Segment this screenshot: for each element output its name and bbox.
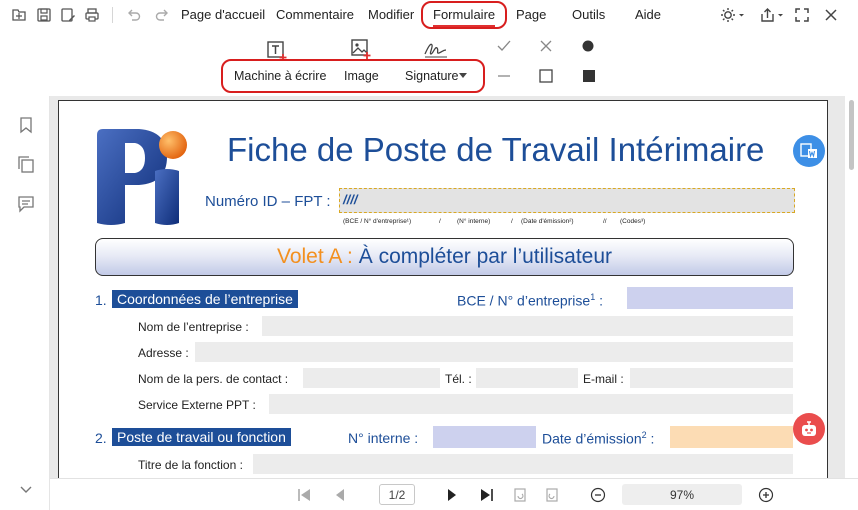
zoom-level[interactable]: 97% — [622, 484, 742, 505]
section-banner: Volet A : À compléter par l’utilisateur — [95, 238, 794, 276]
fullscreen-icon[interactable] — [793, 6, 811, 24]
filled-square-icon[interactable] — [581, 68, 597, 84]
print-icon[interactable] — [83, 6, 101, 24]
menu-tools[interactable]: Outils — [572, 7, 605, 22]
company-name-label: Nom de l’entreprise : — [138, 320, 249, 334]
menu-help[interactable]: Aide — [635, 7, 661, 22]
cross-mark-icon[interactable] — [538, 38, 554, 54]
bce-colon: : — [595, 292, 604, 309]
id-note-separator: / — [439, 218, 441, 225]
zoom-out-icon[interactable] — [590, 487, 606, 503]
save-as-icon[interactable] — [59, 6, 77, 24]
share-icon[interactable] — [760, 6, 786, 24]
document-page: Fiche de Poste de Travail Intérimaire Nu… — [58, 100, 828, 478]
bce-label-text: BCE / N° d’entreprise — [457, 292, 591, 309]
last-page-icon[interactable] — [479, 487, 495, 503]
emission-date-label: Date d’émission2 : — [542, 430, 654, 447]
ppt-field[interactable] — [269, 394, 793, 414]
expand-chevron-icon[interactable] — [17, 480, 35, 498]
menu-comment[interactable]: Commentaire — [276, 7, 354, 22]
menu-edit[interactable]: Modifier — [368, 7, 414, 22]
id-value: //// — [343, 192, 358, 207]
emission-colon: : — [646, 430, 655, 447]
convert-word-button[interactable] — [793, 135, 825, 167]
phone-label: Tél. : — [445, 372, 472, 386]
rotate-right-icon[interactable] — [544, 487, 560, 503]
bce-label: BCE / N° d’entreprise1 : — [457, 292, 603, 309]
undo-icon[interactable] — [125, 6, 143, 24]
page-indicator[interactable]: 1/2 — [379, 484, 415, 505]
bottom-navigation-bar: 1/2 97% — [50, 478, 858, 510]
close-icon[interactable] — [822, 6, 840, 24]
empty-square-icon[interactable] — [538, 68, 554, 84]
contact-field[interactable] — [303, 368, 440, 388]
save-icon[interactable] — [35, 6, 53, 24]
banner-part-b: À compléter par l’utilisateur — [358, 245, 613, 268]
menu-home[interactable]: Page d'accueil — [181, 7, 265, 22]
contact-label: Nom de la pers. de contact : — [138, 372, 289, 386]
previous-page-icon[interactable] — [332, 487, 348, 503]
company-logo — [97, 129, 187, 225]
id-field[interactable]: //// — [339, 188, 795, 213]
open-file-icon[interactable] — [10, 6, 28, 24]
emission-date-field[interactable] — [670, 426, 793, 448]
document-viewport: Fiche de Poste de Travail Intérimaire Nu… — [50, 96, 845, 478]
id-note-bce: (BCE / N° d'entreprise¹) — [343, 218, 412, 225]
total-pages: 2 — [398, 487, 406, 502]
highlight-form-tab — [421, 1, 507, 29]
highlight-form-tools — [221, 59, 485, 93]
email-label: E-mail : — [583, 372, 624, 386]
company-name-field[interactable] — [262, 316, 793, 336]
pages-icon[interactable] — [17, 156, 35, 174]
function-title-field[interactable] — [253, 454, 793, 474]
id-label: Numéro ID – FPT : — [205, 193, 331, 210]
function-title-label: Titre de la fonction : — [138, 458, 243, 472]
id-note-internal: (N° interne) — [457, 218, 491, 225]
theme-icon[interactable] — [720, 6, 746, 24]
vertical-scrollbar[interactable] — [849, 100, 854, 170]
line-icon[interactable] — [496, 68, 512, 84]
convert-word-icon — [800, 143, 817, 158]
internal-number-label: N° interne : — [348, 430, 419, 446]
id-note-separator: / — [511, 218, 513, 225]
internal-number-field[interactable] — [433, 426, 536, 448]
signature-icon[interactable] — [423, 40, 449, 60]
id-note-emission: (Date d'émission²) — [521, 218, 574, 225]
bookmark-icon[interactable] — [17, 116, 35, 134]
id-note-codes: (Codes³) — [620, 218, 646, 225]
emission-label-text: Date d’émission — [542, 430, 642, 447]
next-page-icon[interactable] — [444, 487, 460, 503]
ai-assistant-icon — [802, 421, 816, 436]
rotate-left-icon[interactable] — [512, 487, 528, 503]
ppt-label: Service Externe PPT : — [138, 398, 256, 412]
ai-assistant-button[interactable] — [793, 413, 825, 445]
section-title: Poste de travail ou fonction — [112, 428, 291, 446]
section-number: 2. — [95, 430, 107, 446]
bce-field[interactable] — [627, 287, 793, 309]
current-page: 1 — [388, 487, 396, 502]
menu-page[interactable]: Page — [516, 7, 546, 22]
comment-icon[interactable] — [17, 195, 35, 213]
left-sidebar — [0, 96, 50, 510]
address-field[interactable] — [195, 342, 793, 362]
address-label: Adresse : — [138, 346, 189, 360]
dot-icon[interactable] — [581, 39, 595, 53]
toolbar-divider — [112, 7, 113, 23]
id-note-separator: // — [603, 218, 607, 225]
section-title: Coordonnées de l’entreprise — [112, 290, 298, 308]
section-number: 1. — [95, 292, 107, 308]
email-field[interactable] — [630, 368, 793, 388]
image-icon[interactable] — [350, 38, 372, 60]
check-mark-icon[interactable] — [496, 38, 512, 54]
document-title: Fiche de Poste de Travail Intérimaire — [227, 131, 765, 168]
first-page-icon[interactable] — [296, 487, 312, 503]
redo-icon[interactable] — [153, 6, 171, 24]
banner-part-a: Volet A : — [276, 245, 353, 268]
phone-field[interactable] — [476, 368, 578, 388]
zoom-in-icon[interactable] — [758, 487, 774, 503]
